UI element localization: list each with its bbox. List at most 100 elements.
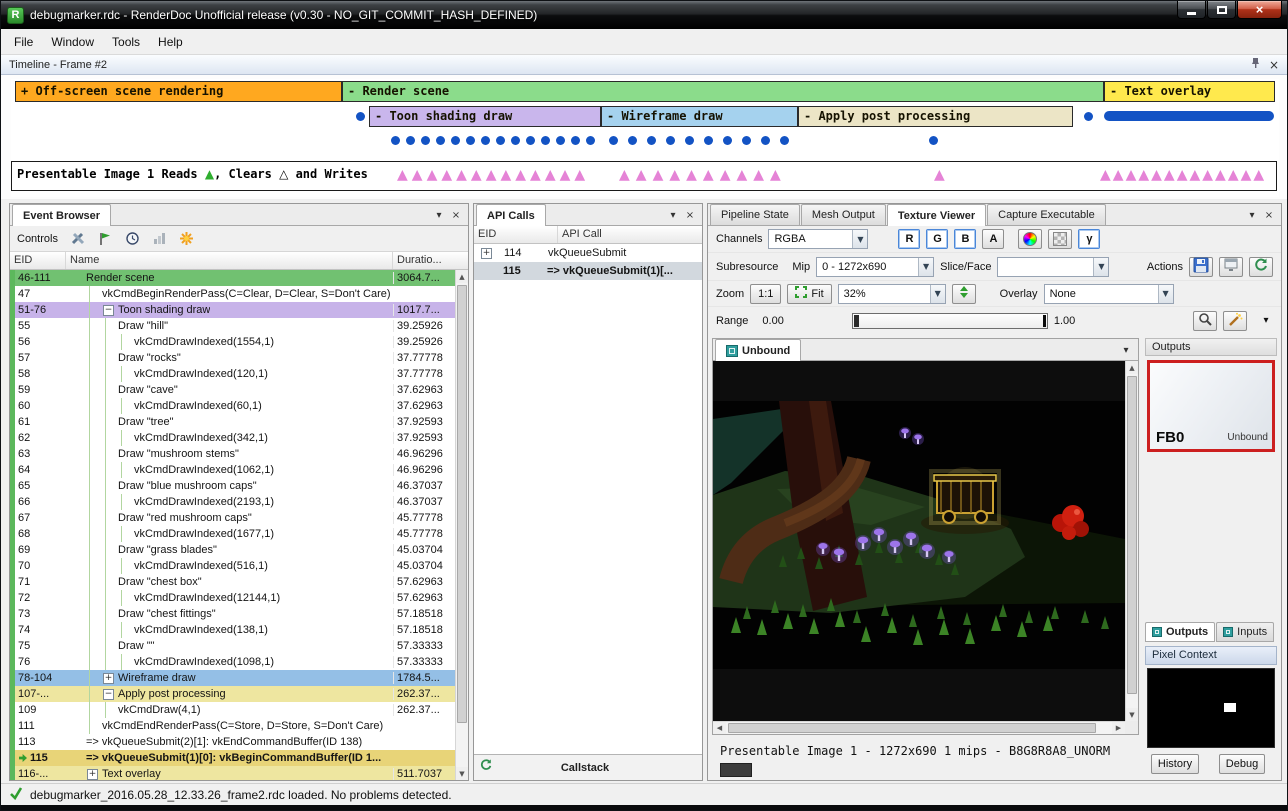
event-dot[interactable] — [586, 136, 595, 145]
pixel-context-view[interactable] — [1147, 668, 1275, 748]
scrollbar-thumb[interactable] — [1127, 376, 1137, 694]
range-slider[interactable] — [852, 313, 1048, 329]
tab-mesh-output[interactable]: Mesh Output — [801, 204, 886, 225]
column-eid[interactable]: EID — [474, 226, 558, 243]
range-handle-left[interactable] — [854, 315, 859, 327]
chevron-down-icon[interactable]: ▾ — [1119, 345, 1133, 356]
event-browser-column-headers[interactable]: EID Name Duratio... — [10, 252, 468, 270]
tab-pipeline-state[interactable]: Pipeline State — [710, 204, 800, 225]
table-row[interactable]: 62vkCmdDrawIndexed(342,1)37.92593 — [10, 430, 455, 446]
color-wheel-button[interactable] — [1018, 229, 1042, 249]
event-dot[interactable] — [556, 136, 565, 145]
event-dot[interactable] — [541, 136, 550, 145]
timeline-bar-text-overlay[interactable]: - Text overlay — [1104, 81, 1275, 102]
tools-icon[interactable] — [68, 228, 90, 250]
chevron-down-icon[interactable]: ▾ — [1245, 210, 1259, 221]
save-button[interactable] — [1189, 257, 1213, 277]
table-row[interactable]: 70vkCmdDrawIndexed(516,1)45.03704 — [10, 558, 455, 574]
menu-window[interactable]: Window — [42, 31, 103, 53]
table-row[interactable]: 55Draw "hill"39.25926 — [10, 318, 455, 334]
open-new-window-button[interactable] — [1219, 257, 1243, 277]
table-row[interactable]: 56vkCmdDrawIndexed(1554,1)39.25926 — [10, 334, 455, 350]
table-row[interactable]: 76vkCmdDrawIndexed(1098,1)57.33333 — [10, 654, 455, 670]
texture-image[interactable] — [713, 361, 1125, 721]
scrollbar-thumb[interactable] — [457, 285, 467, 723]
channel-r-button[interactable]: R — [898, 229, 920, 249]
close-icon[interactable]: × — [1269, 59, 1279, 71]
scroll-up-icon[interactable]: ▲ — [456, 270, 468, 283]
timeline-bar-wireframe[interactable]: - Wireframe draw — [601, 106, 798, 127]
table-row[interactable]: 71Draw "chest box"57.62963 — [10, 574, 455, 590]
table-row[interactable]: 59Draw "cave"37.62963 — [10, 382, 455, 398]
chevron-down-icon[interactable]: ▾ — [432, 210, 446, 221]
event-dot[interactable] — [647, 136, 656, 145]
fb0-thumbnail[interactable]: FB0 Unbound — [1147, 360, 1275, 452]
timeline-bar-post-processing[interactable]: - Apply post processing — [798, 106, 1073, 127]
collapse-icon[interactable]: − — [103, 305, 114, 316]
scroll-up-icon[interactable]: ▲ — [1126, 361, 1138, 374]
event-dot[interactable] — [704, 136, 713, 145]
close-icon[interactable]: × — [1262, 210, 1276, 221]
table-row[interactable]: 46-111Render scene3064.7... — [10, 270, 455, 286]
timeline-bar-toon-shading[interactable]: - Toon shading draw — [369, 106, 601, 127]
clock-icon[interactable] — [122, 228, 144, 250]
column-eid[interactable]: EID — [10, 252, 66, 269]
table-row[interactable]: + 114 vkQueueSubmit — [474, 244, 702, 262]
overflow-chevron-icon[interactable]: ▾ — [1259, 315, 1273, 326]
checkerboard-button[interactable] — [1048, 229, 1072, 249]
texture-canvas[interactable] — [713, 361, 1125, 721]
tab-capture-executable[interactable]: Capture Executable — [987, 204, 1106, 225]
timeline-bar-offscreen[interactable]: + Off-screen scene rendering — [15, 81, 342, 102]
close-icon[interactable]: × — [449, 210, 463, 221]
refresh-button[interactable] — [1249, 257, 1273, 277]
table-row[interactable]: 107-...−Apply post processing262.37... — [10, 686, 455, 702]
tab-event-browser[interactable]: Event Browser — [12, 204, 111, 226]
table-row[interactable]: 73Draw "chest fittings"57.18518 — [10, 606, 455, 622]
range-handle-right[interactable] — [1043, 315, 1046, 327]
event-dot[interactable] — [609, 136, 618, 145]
close-button[interactable]: × — [1237, 1, 1282, 19]
table-row[interactable]: 109vkCmdDraw(4,1)262.37... — [10, 702, 455, 718]
overlay-dropdown[interactable]: None▼ — [1044, 284, 1174, 304]
table-row[interactable]: 58vkCmdDrawIndexed(120,1)37.77778 — [10, 366, 455, 382]
dots-post[interactable] — [929, 136, 938, 145]
debug-button[interactable]: Debug — [1219, 754, 1265, 774]
callstack-section[interactable]: Callstack — [474, 754, 702, 780]
event-browser-scrollbar[interactable]: ▲ ▼ — [455, 270, 468, 780]
table-row[interactable]: 113=> vkQueueSubmit(2)[1]: vkEndCommandB… — [10, 734, 455, 750]
event-dot[interactable] — [421, 136, 430, 145]
tab-inputs[interactable]: Inputs — [1216, 622, 1274, 642]
table-row[interactable]: 72vkCmdDrawIndexed(12144,1)57.62963 — [10, 590, 455, 606]
gamma-button[interactable]: γ — [1078, 229, 1100, 249]
expand-icon[interactable]: + — [481, 248, 492, 259]
table-row[interactable]: 47vkCmdBeginRenderPass(C=Clear, D=Clear,… — [10, 286, 455, 302]
channels-dropdown[interactable]: RGBA▼ — [768, 229, 868, 249]
table-row[interactable]: 66vkCmdDrawIndexed(2193,1)46.37037 — [10, 494, 455, 510]
zoom-dropdown[interactable]: 32%▼ — [838, 284, 946, 304]
event-dot[interactable] — [628, 136, 637, 145]
event-dot[interactable] — [436, 136, 445, 145]
table-row[interactable]: 69Draw "grass blades"45.03704 — [10, 542, 455, 558]
table-row[interactable]: 64vkCmdDrawIndexed(1062,1)46.96296 — [10, 462, 455, 478]
expand-icon[interactable]: + — [103, 673, 114, 684]
table-row[interactable]: 78-104+Wireframe draw1784.5... — [10, 670, 455, 686]
scroll-left-icon[interactable]: ◀ — [713, 722, 726, 734]
scroll-down-icon[interactable]: ▼ — [456, 767, 468, 780]
event-dot[interactable] — [666, 136, 675, 145]
table-row[interactable]: 63Draw "mushroom stems"46.96296 — [10, 446, 455, 462]
texture-hscrollbar[interactable]: ◀ ▶ — [713, 721, 1125, 734]
pin-icon[interactable] — [1251, 57, 1260, 72]
mip-dropdown[interactable]: 0 - 1272x690▼ — [816, 257, 934, 277]
fit-button[interactable]: Fit — [787, 284, 831, 304]
event-dot[interactable] — [451, 136, 460, 145]
event-dot[interactable] — [685, 136, 694, 145]
channel-b-button[interactable]: B — [954, 229, 976, 249]
event-dot[interactable] — [742, 136, 751, 145]
scroll-down-icon[interactable]: ▼ — [1126, 708, 1138, 721]
timeline-bar-render-scene[interactable]: - Render scene — [342, 81, 1104, 102]
bookmark-icon[interactable] — [176, 228, 198, 250]
event-dot[interactable] — [511, 136, 520, 145]
menu-tools[interactable]: Tools — [103, 31, 149, 53]
table-row[interactable]: 111vkCmdEndRenderPass(C=Store, D=Store, … — [10, 718, 455, 734]
channel-g-button[interactable]: G — [926, 229, 948, 249]
